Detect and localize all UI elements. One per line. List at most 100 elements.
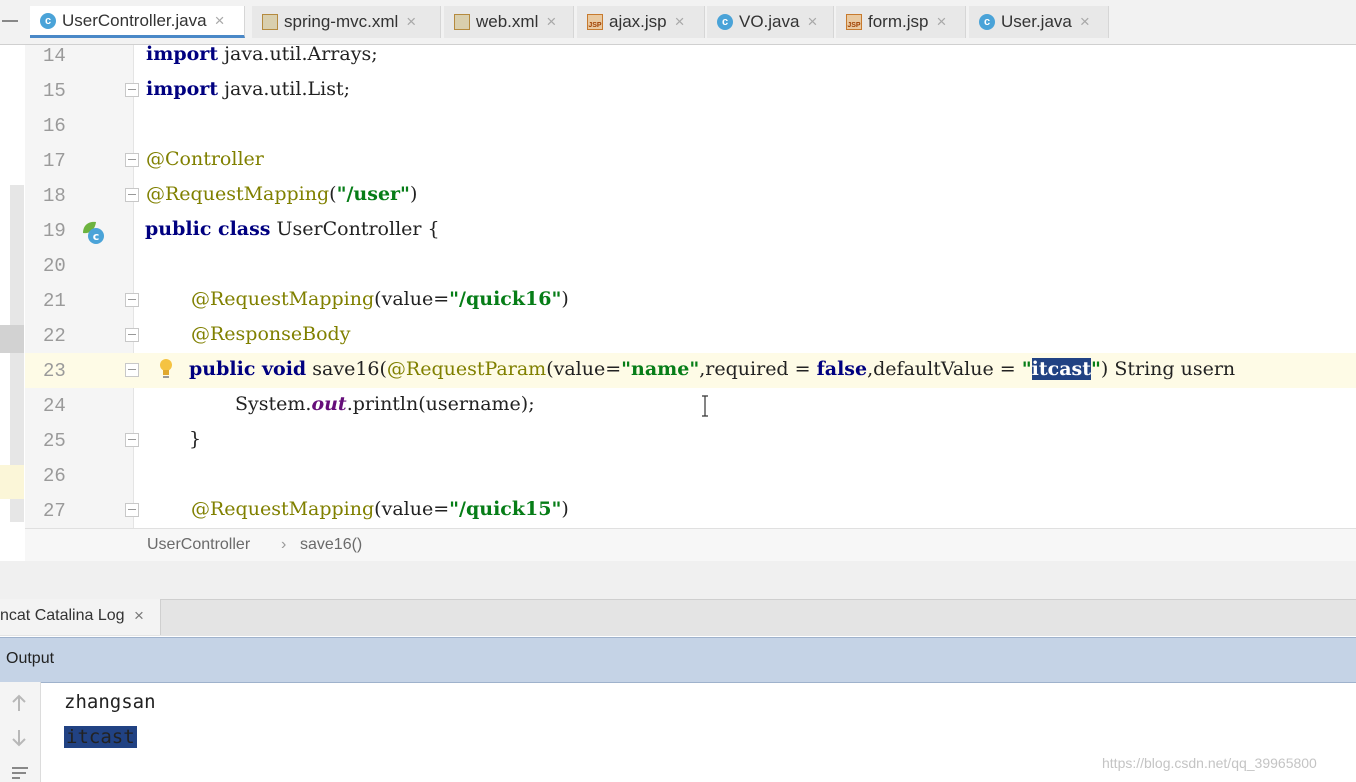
tab-label: web.xml xyxy=(476,12,539,31)
string-literal: " xyxy=(1021,358,1032,380)
string-literal: "/user" xyxy=(336,183,410,205)
code-line-current[interactable]: 23 public void save16(@RequestParam(valu… xyxy=(25,354,1356,389)
fold-icon[interactable] xyxy=(125,188,139,202)
code-line[interactable]: 14 import java.util.Arrays; xyxy=(25,45,1356,74)
line-number: 26 xyxy=(43,465,66,487)
code-line[interactable]: 16 xyxy=(25,109,1356,144)
arrow-down-icon[interactable] xyxy=(11,729,27,747)
annotation: @RequestMapping xyxy=(146,183,330,205)
line-number: 23 xyxy=(43,360,66,382)
tab-usercontroller-java[interactable]: c UserController.java × xyxy=(30,6,245,38)
tab-vo-java[interactable]: c VO.java × xyxy=(707,6,834,38)
line-number: 27 xyxy=(43,500,66,522)
keyword: public void xyxy=(189,358,307,380)
code-line[interactable]: 18 @RequestMapping("/user") xyxy=(25,179,1356,214)
string-literal: "/quick15" xyxy=(449,498,562,520)
xml-file-icon xyxy=(454,14,470,30)
arrow-up-icon[interactable] xyxy=(11,694,27,712)
code-text: ) xyxy=(561,498,569,520)
keyword: public class xyxy=(145,218,271,240)
tab-web-xml[interactable]: web.xml × xyxy=(444,6,574,38)
breadcrumb-method[interactable]: save16() xyxy=(300,536,362,554)
code-text: System. xyxy=(235,393,312,415)
code-text: ( xyxy=(329,183,337,205)
line-number: 25 xyxy=(43,430,66,452)
breadcrumb-separator: › xyxy=(281,536,287,553)
tab-catalina-log[interactable]: ncat Catalina Log × xyxy=(0,599,161,635)
breadcrumb: UserController › save16() xyxy=(25,528,1356,562)
java-class-icon: c xyxy=(979,14,995,30)
code-line[interactable]: 17 @Controller xyxy=(25,144,1356,179)
code-text: save16( xyxy=(306,358,387,380)
close-icon[interactable]: × xyxy=(406,12,416,32)
soft-wrap-icon[interactable] xyxy=(10,766,30,780)
code-line[interactable]: 24 System.out.println(username); xyxy=(25,389,1356,424)
selected-text[interactable]: itcast xyxy=(1031,358,1091,380)
keyword: import xyxy=(146,45,219,65)
fold-icon[interactable] xyxy=(125,503,139,517)
output-label: Output xyxy=(6,650,55,667)
tab-label: UserController.java xyxy=(62,10,207,30)
fold-icon[interactable] xyxy=(125,433,139,447)
tab-label: spring-mvc.xml xyxy=(284,12,399,31)
close-icon[interactable]: × xyxy=(675,12,685,32)
code-text: ,required = xyxy=(699,358,817,380)
string-literal: " xyxy=(1091,358,1101,380)
line-number: 17 xyxy=(43,150,66,172)
line-number: 15 xyxy=(43,80,66,102)
close-icon[interactable]: × xyxy=(134,606,144,626)
fold-icon[interactable] xyxy=(125,153,139,167)
code-line[interactable]: 15 import java.util.List; xyxy=(25,74,1356,109)
fold-icon[interactable] xyxy=(125,328,139,342)
code-line[interactable]: 25 } xyxy=(25,424,1356,459)
tab-ajax-jsp[interactable]: JSP ajax.jsp × xyxy=(577,6,705,38)
close-icon[interactable]: × xyxy=(546,12,556,32)
code-line[interactable]: 19 c public class UserController { xyxy=(25,214,1356,249)
string-literal: "name" xyxy=(621,358,700,380)
editor-tab-bar: c UserController.java × spring-mvc.xml ×… xyxy=(0,0,1356,45)
jsp-file-icon: JSP xyxy=(846,14,862,30)
tab-user-java[interactable]: c User.java × xyxy=(969,6,1109,38)
tab-label: ncat Catalina Log xyxy=(0,607,125,624)
change-marker xyxy=(0,465,24,499)
code-text: java.util.Arrays; xyxy=(218,45,378,65)
code-text: ,defaultValue = xyxy=(867,358,1022,380)
code-line[interactable]: 21 @RequestMapping(value="/quick16") xyxy=(25,284,1356,319)
code-line[interactable]: 26 xyxy=(25,459,1356,494)
line-number: 24 xyxy=(43,395,66,417)
svg-text:c: c xyxy=(93,230,100,243)
output-line: zhangsan xyxy=(64,691,156,713)
code-line[interactable]: 27 @RequestMapping(value="/quick15") xyxy=(25,494,1356,528)
tab-form-jsp[interactable]: JSP form.jsp × xyxy=(836,6,966,38)
keyword: false xyxy=(816,358,868,380)
tab-label: VO.java xyxy=(739,12,800,31)
output-toolbar xyxy=(0,682,41,782)
tab-list-menu-icon[interactable] xyxy=(0,14,22,28)
code-text: (value= xyxy=(374,498,450,520)
keyword: import xyxy=(146,78,219,100)
tab-spring-mvc-xml[interactable]: spring-mvc.xml × xyxy=(252,6,441,38)
output-line-selected[interactable]: itcast xyxy=(64,726,137,748)
code-editor[interactable]: 14 import java.util.Arrays; 15 import ja… xyxy=(0,45,1356,528)
close-icon[interactable]: × xyxy=(1080,12,1090,32)
breadcrumb-class[interactable]: UserController xyxy=(147,536,250,554)
java-class-icon: c xyxy=(717,14,733,30)
spring-bean-icon[interactable]: c xyxy=(80,219,106,245)
annotation: @ResponseBody xyxy=(191,323,351,345)
fold-icon[interactable] xyxy=(125,293,139,307)
fold-icon[interactable] xyxy=(125,83,139,97)
close-icon[interactable]: × xyxy=(215,11,225,31)
tab-label: form.jsp xyxy=(868,12,929,31)
fold-icon[interactable] xyxy=(125,363,139,377)
watermark: https://blog.csdn.net/qq_39965800 xyxy=(1102,755,1317,771)
output-header: Output xyxy=(0,637,1356,683)
close-icon[interactable]: × xyxy=(807,12,817,32)
lightbulb-icon[interactable] xyxy=(159,357,173,379)
code-line[interactable]: 22 @ResponseBody xyxy=(25,319,1356,354)
panel-gap xyxy=(0,561,1356,599)
annotation: @RequestMapping xyxy=(191,498,375,520)
code-line[interactable]: 20 xyxy=(25,249,1356,284)
line-number: 19 xyxy=(43,220,66,242)
spring-xml-icon xyxy=(262,14,278,30)
close-icon[interactable]: × xyxy=(936,12,946,32)
